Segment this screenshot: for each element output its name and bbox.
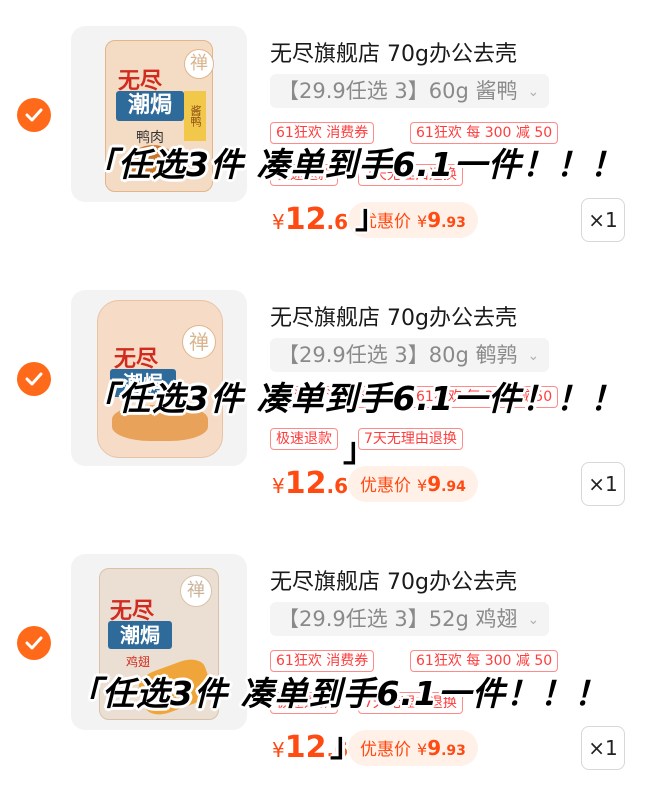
promo-caption-close: 」 [355, 197, 388, 236]
promo-caption: 「任选3件 凑单到手6.1一件！！！ [84, 379, 624, 418]
item-checkbox[interactable] [17, 362, 51, 396]
deal-symbol: ¥ [417, 212, 428, 231]
item-price: ¥12.6 [272, 202, 348, 237]
cart-item: 无尽 潮焗 鸡翅 禅 无尽旗舰店 70g办公去壳 【29.9任选 3】52g 鸡… [0, 528, 650, 790]
check-icon [25, 108, 43, 122]
pack-badge: 禅 [180, 575, 212, 607]
sku-selector[interactable]: 【29.9任选 3】80g 鹌鹑 ⌄ [270, 338, 550, 372]
sku-label: 【29.9任选 3】60g 酱鸭 [278, 79, 518, 103]
product-title[interactable]: 无尽旗舰店 70g办公去壳 [270, 564, 517, 596]
price-int: 12 [284, 202, 327, 237]
deal-dec: .93 [441, 215, 466, 231]
pack-badge: 禅 [182, 325, 216, 359]
price-int: 12 [284, 730, 327, 765]
pack-name: 潮焗 [116, 91, 184, 121]
item-checkbox[interactable] [17, 98, 51, 132]
deal-symbol: ¥ [417, 740, 428, 759]
deal-price-badge: 优惠价 ¥9.93 [348, 730, 478, 766]
promo-caption: 「任选3件 凑单到手6.1一件！！！ [84, 145, 624, 184]
item-price: ¥12.6 [272, 466, 348, 501]
product-title[interactable]: 无尽旗舰店 70g办公去壳 [270, 300, 517, 332]
quantity-button[interactable]: ×1 [581, 198, 625, 242]
deal-dec: .93 [441, 743, 466, 759]
deal-int: 9 [427, 208, 442, 232]
check-icon [25, 372, 43, 386]
deal-int: 9 [427, 472, 442, 496]
price-dec: .6 [326, 210, 348, 234]
price-dec: .6 [326, 474, 348, 498]
item-checkbox[interactable] [17, 626, 51, 660]
quantity-button[interactable]: ×1 [581, 726, 625, 770]
chevron-down-icon: ⌄ [527, 84, 540, 100]
deal-label: 优惠价 [360, 476, 411, 496]
service-tag: 极速退款 [270, 428, 338, 450]
cart-item: 无尽 潮焗 鸭肉 禅 酱鸭 无尽旗舰店 70g办公去壳 【29.9任选 3】60… [0, 0, 650, 262]
price-symbol: ¥ [272, 474, 285, 498]
deal-label: 优惠价 [360, 740, 411, 760]
promo-caption: 「任选3件 凑单到手6.1一件！！！ [68, 674, 608, 713]
chevron-down-icon: ⌄ [527, 348, 540, 364]
pack-name: 潮焗 [108, 621, 172, 649]
chevron-down-icon: ⌄ [527, 612, 540, 628]
price-int: 12 [284, 466, 327, 501]
check-icon [25, 636, 43, 650]
deal-symbol: ¥ [417, 476, 428, 495]
pack-badge: 禅 [184, 49, 214, 79]
quantity-button[interactable]: ×1 [581, 462, 625, 506]
sku-label: 【29.9任选 3】52g 鸡翅 [278, 607, 518, 631]
deal-dec: .94 [441, 479, 466, 495]
deal-int: 9 [427, 736, 442, 760]
price-symbol: ¥ [272, 738, 285, 762]
promo-caption-close: 」 [343, 430, 376, 469]
pack-tag: 酱鸭 [184, 91, 206, 141]
sku-selector[interactable]: 【29.9任选 3】60g 酱鸭 ⌄ [270, 74, 550, 108]
sku-label: 【29.9任选 3】80g 鹌鹑 [278, 343, 518, 367]
product-title[interactable]: 无尽旗舰店 70g办公去壳 [270, 36, 517, 68]
promo-caption-close: 」 [330, 725, 363, 764]
deal-price-badge: 优惠价 ¥9.94 [348, 466, 478, 502]
price-symbol: ¥ [272, 210, 285, 234]
sku-selector[interactable]: 【29.9任选 3】52g 鸡翅 ⌄ [270, 602, 550, 636]
